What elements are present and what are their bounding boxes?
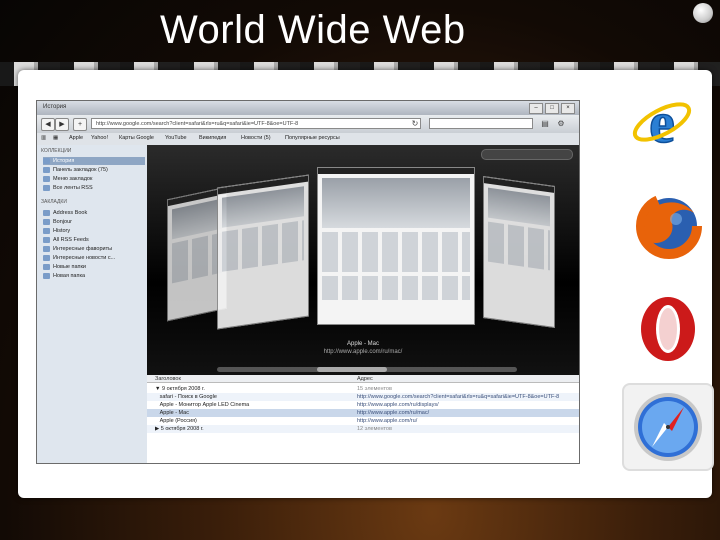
bookmark-news[interactable]: Новости (5)	[241, 135, 271, 141]
reload-icon[interactable]: ↻	[409, 118, 421, 129]
bookmark-popular[interactable]: Популярные ресурсы	[285, 135, 340, 141]
sidebar-section-collections: КОЛЛЕКЦИИ	[41, 148, 72, 154]
sidebar-item-history-folder[interactable]: History	[43, 227, 145, 235]
table-row[interactable]: safari - Поиск в Google http://www.google…	[147, 393, 579, 401]
safari-window: История – □ × ◀ ▶ + http://www.google.co…	[36, 100, 580, 464]
folder-icon	[43, 175, 50, 182]
coverflow-caption-url: http://www.apple.com/ru/mac/	[323, 349, 403, 355]
folder-icon	[43, 272, 50, 279]
clock-icon	[43, 157, 50, 164]
minimize-button[interactable]: –	[529, 103, 543, 114]
rss-icon	[43, 184, 50, 191]
search-input[interactable]	[429, 118, 533, 129]
close-button[interactable]: ×	[561, 103, 575, 114]
internet-explorer-logo-icon: e	[632, 90, 692, 154]
folder-icon	[43, 218, 50, 225]
corner-ornament	[693, 3, 713, 23]
maximize-button[interactable]: □	[545, 103, 559, 114]
bookmark-youtube[interactable]: YouTube	[165, 135, 187, 141]
sidebar-item-all-rss[interactable]: All RSS Feeds	[43, 236, 145, 244]
coverflow-search-field[interactable]	[481, 149, 573, 160]
column-header-title[interactable]: Заголовок	[147, 375, 355, 383]
folder-icon	[43, 209, 50, 216]
safari-logo-icon	[634, 393, 702, 461]
sidebar-item-new-folder[interactable]: Новая папка	[43, 272, 145, 280]
table-row[interactable]: ▶ 5 октября 2008 г. 12 элементов	[147, 425, 579, 433]
sidebar-item-news[interactable]: Интересные новости с...	[43, 254, 145, 262]
coverflow-caption-title: Apple - Mac	[346, 341, 379, 347]
sidebar-section-bookmarks: ЗАКЛАДКИ	[41, 199, 67, 205]
bookmark-yahoo[interactable]: Yahoo!	[91, 135, 108, 141]
firefox-logo-icon	[636, 193, 702, 259]
back-icon[interactable]: ◀	[41, 118, 55, 131]
window-title: История	[43, 104, 67, 110]
sidebar-item-history[interactable]: История	[43, 157, 145, 165]
bookmark-google-maps[interactable]: Карты Google	[119, 135, 154, 141]
sidebar-item-new-folders[interactable]: Новые папки	[43, 263, 145, 271]
coverflow-page-left[interactable]	[217, 174, 309, 330]
forward-icon[interactable]: ▶	[55, 118, 69, 131]
add-bookmark-icon[interactable]: +	[73, 118, 87, 131]
settings-gear-icon[interactable]: ⚙	[555, 118, 567, 129]
slide-title: World Wide Web	[160, 8, 466, 52]
folder-icon	[43, 245, 50, 252]
page-menu-icon[interactable]: ▤	[539, 118, 551, 129]
cover-flow-view[interactable]: Apple - Mac http://www.apple.com/ru/mac/	[147, 145, 579, 375]
top-sites-icon[interactable]: ▦	[53, 135, 58, 141]
bookmarks-book-icon[interactable]: ▥	[41, 135, 46, 141]
history-table: Заголовок Адрес ▼ 9 октября 2008 г. 15 эл…	[147, 375, 579, 463]
sidebar-item-bookmarks-menu[interactable]: Меню закладок	[43, 175, 145, 183]
address-field[interactable]: http://www.google.com/search?client=safa…	[91, 118, 421, 129]
folder-icon	[43, 236, 50, 243]
table-row-selected[interactable]: Apple - Mac http://www.apple.com/ru/mac/	[147, 409, 579, 417]
scrollbar-thumb[interactable]	[317, 367, 387, 372]
sidebar-item-bonjour[interactable]: Bonjour	[43, 218, 145, 226]
coverflow-page-right[interactable]	[483, 175, 555, 329]
svg-text:e: e	[649, 90, 675, 154]
sidebar-item-bookmarks-bar[interactable]: Панель закладок (75)	[43, 166, 145, 174]
table-row[interactable]: ▼ 9 октября 2008 г. 15 элементов	[147, 385, 579, 393]
column-header-address[interactable]: Адрес	[355, 375, 579, 383]
coverflow-scrollbar[interactable]	[217, 367, 517, 372]
sidebar-item-rss[interactable]: Все ленты RSS	[43, 184, 145, 192]
bookmark-apple[interactable]: Apple	[69, 135, 83, 141]
table-row[interactable]: Apple (Россия) http://www.apple.com/ru/	[147, 417, 579, 425]
sidebar: КОЛЛЕКЦИИ История Панель закладок (75) М…	[37, 145, 148, 463]
window-titlebar: История – □ ×	[37, 101, 579, 115]
folder-icon	[43, 227, 50, 234]
bookmark-wikipedia[interactable]: Википедия	[199, 135, 226, 141]
opera-logo-icon	[641, 297, 695, 361]
sidebar-item-address-book[interactable]: Address Book	[43, 209, 145, 217]
folder-icon	[43, 263, 50, 270]
toolbar: ◀ ▶ + http://www.google.com/search?clien…	[37, 115, 579, 134]
folder-icon	[43, 166, 50, 173]
sidebar-item-favorites[interactable]: Интересные фавориты	[43, 245, 145, 253]
folder-icon	[43, 254, 50, 261]
coverflow-page-center[interactable]	[317, 167, 475, 325]
disclosure-open-icon[interactable]: ▼	[155, 386, 162, 392]
safari-logo-frame	[622, 383, 714, 471]
table-row[interactable]: Apple - Монитор Apple LED Cinema http://w…	[147, 401, 579, 409]
